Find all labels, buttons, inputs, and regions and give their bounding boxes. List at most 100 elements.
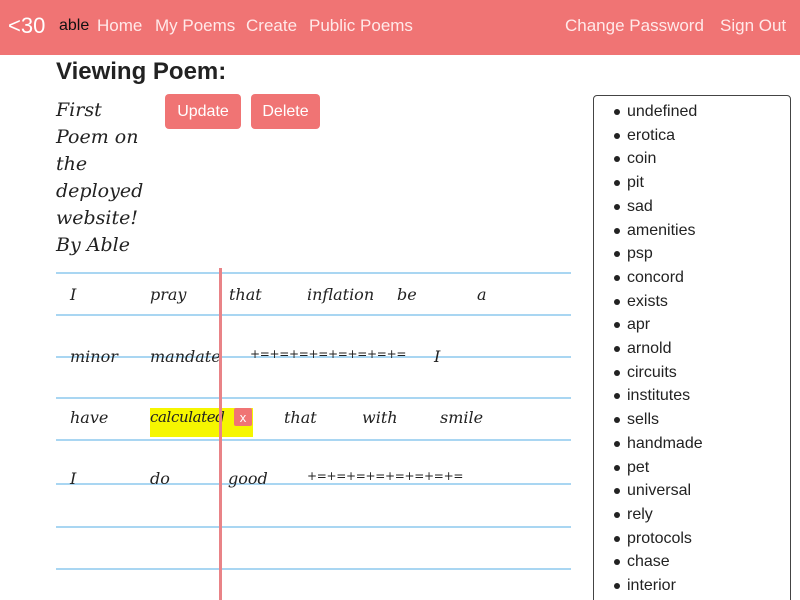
suggestion-label: pet <box>627 458 650 476</box>
suggestion-item[interactable]: apr <box>594 313 790 337</box>
suggestion-label: coin <box>627 150 657 168</box>
poem-word[interactable]: that <box>229 285 262 304</box>
nav-public-poems[interactable]: Public Poems <box>309 16 413 36</box>
rule-line <box>56 314 571 316</box>
poem-word[interactable]: I <box>434 347 440 366</box>
suggestion-item[interactable]: pet <box>594 456 790 480</box>
poem-word[interactable]: do <box>150 469 170 488</box>
margin-line <box>219 268 222 600</box>
suggestion-item[interactable]: circuits <box>594 361 790 385</box>
rule-line <box>56 272 571 274</box>
suggestion-item[interactable]: undefined <box>594 100 790 124</box>
poem-word[interactable]: pray <box>150 285 186 304</box>
suggestion-item[interactable]: universal <box>594 479 790 503</box>
suggestion-label: erotica <box>627 126 676 144</box>
bullet-icon <box>614 109 620 115</box>
suggestion-item[interactable]: coin <box>594 147 790 171</box>
update-button[interactable]: Update <box>165 94 241 129</box>
nav-change-password[interactable]: Change Password <box>565 16 704 36</box>
suggestion-item[interactable]: erotica <box>594 124 790 148</box>
rule-line <box>56 397 571 399</box>
suggestion-item[interactable]: pit <box>594 171 790 195</box>
poem-word[interactable]: +=+=+=+=+=+=+=+= <box>307 469 463 483</box>
bullet-icon <box>614 274 620 281</box>
bullet-icon <box>614 464 620 471</box>
poem-word[interactable]: +=+=+=+=+=+=+=+= <box>250 347 406 361</box>
nav-sign-out[interactable]: Sign Out <box>720 16 786 36</box>
nav-my-poems[interactable]: My Poems <box>155 16 235 36</box>
suggestion-item[interactable]: concord <box>594 266 790 290</box>
delete-button[interactable]: Delete <box>251 94 320 129</box>
bullet-icon <box>614 322 620 329</box>
bullet-icon <box>614 488 620 495</box>
suggestion-label: pit <box>627 174 644 192</box>
bullet-icon <box>614 227 620 234</box>
rule-line <box>56 568 571 570</box>
bullet-icon <box>614 251 620 258</box>
bullet-icon <box>614 156 620 163</box>
poem-word[interactable]: I <box>70 285 76 304</box>
suggestion-label: undefined <box>627 103 698 120</box>
bullet-icon <box>614 298 620 305</box>
suggestion-item[interactable]: sells <box>594 408 790 432</box>
suggestion-item[interactable]: arnold <box>594 337 790 361</box>
word-suggestions-panel: undefined erotica coin pit sad amenities psp co… <box>593 95 791 600</box>
suggestion-label: chase <box>627 553 670 571</box>
poem-word[interactable]: that <box>284 408 317 427</box>
suggestion-label: circuits <box>627 363 677 381</box>
suggestion-label: sad <box>627 197 653 215</box>
suggestion-label: institutes <box>627 387 691 405</box>
bullet-icon <box>614 559 620 566</box>
bullet-icon <box>614 393 620 400</box>
suggestion-label: universal <box>627 482 692 500</box>
suggestion-label: rely <box>627 505 653 523</box>
suggestion-label: protocols <box>627 529 692 547</box>
nav-home[interactable]: Home <box>97 16 142 36</box>
rule-line <box>56 526 571 528</box>
bullet-icon <box>614 132 620 139</box>
poem-word[interactable]: good <box>228 469 268 488</box>
suggestion-item[interactable]: psp <box>594 242 790 266</box>
poem-word[interactable]: smile <box>440 408 483 427</box>
poem-word[interactable]: with <box>362 408 398 427</box>
suggestion-label: exists <box>627 292 668 310</box>
suggestion-label: handmade <box>627 434 703 452</box>
suggestion-label: arnold <box>627 340 672 358</box>
page-title: Viewing Poem: <box>56 58 227 85</box>
remove-word-button[interactable]: x <box>234 408 252 426</box>
poem-word[interactable]: minor <box>70 347 118 366</box>
rule-line <box>56 439 571 441</box>
suggestion-item[interactable]: exists <box>594 290 790 314</box>
suggestion-item[interactable]: amenities <box>594 219 790 243</box>
rule-line <box>56 483 571 485</box>
suggestion-label: psp <box>627 245 653 263</box>
selected-poem-word[interactable]: calculated <box>150 408 225 426</box>
poem-word[interactable]: a <box>477 285 487 304</box>
poem-word[interactable]: mandate <box>150 347 221 366</box>
suggestion-label: concord <box>627 268 684 286</box>
bullet-icon <box>614 535 620 542</box>
word-suggestions-list: undefined erotica coin pit sad amenities psp co… <box>594 96 790 598</box>
bullet-icon <box>614 346 620 353</box>
bullet-icon <box>614 369 620 376</box>
poem-word[interactable]: inflation <box>307 285 374 304</box>
brand-logo[interactable]: <30 <box>8 13 45 39</box>
nav-create[interactable]: Create <box>246 16 297 36</box>
suggestion-item[interactable]: interior <box>594 574 790 598</box>
suggestion-item[interactable]: sad <box>594 195 790 219</box>
suggestion-label: interior <box>627 577 676 595</box>
suggestion-item[interactable]: rely <box>594 503 790 527</box>
suggestion-item[interactable]: handmade <box>594 432 790 456</box>
poem-word[interactable]: have <box>70 408 108 427</box>
poem-title: First Poem on the deployed website! By A… <box>56 99 144 256</box>
poem-word[interactable]: be <box>397 285 417 304</box>
suggestion-label: apr <box>627 316 651 334</box>
suggestion-item[interactable]: institutes <box>594 384 790 408</box>
navbar: <30 able Home My Poems Create Public Poe… <box>0 0 800 55</box>
bullet-icon <box>614 417 620 424</box>
poem-word[interactable]: I <box>70 469 76 488</box>
bullet-icon <box>614 180 620 187</box>
suggestion-item[interactable]: chase <box>594 550 790 574</box>
bullet-icon <box>614 583 620 590</box>
suggestion-item[interactable]: protocols <box>594 527 790 551</box>
